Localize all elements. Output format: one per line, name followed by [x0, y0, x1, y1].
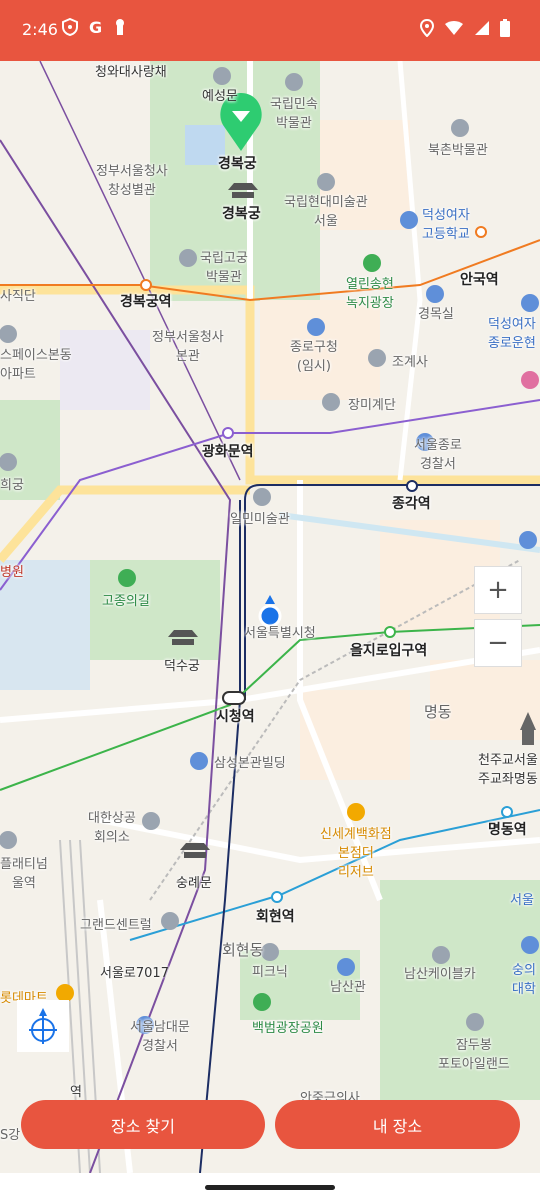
compass-icon	[29, 1008, 57, 1044]
map-label-anguk-station[interactable]: 안국역	[460, 269, 499, 289]
map-label-platinum[interactable]: 플래티넘 울역	[0, 853, 48, 891]
shield-icon	[62, 18, 78, 36]
map-label-myeongdong-cathedral[interactable]: 천주교서울 주교좌명동	[478, 749, 538, 787]
map-label-yeollin[interactable]: 열린송현 녹지광장	[346, 273, 394, 311]
map-label-cablecar[interactable]: 남산케이블카	[404, 963, 476, 982]
map-label-gyeongmoksil[interactable]: 경목실	[418, 303, 454, 322]
map-label-seoullo[interactable]: 서울로7017	[100, 962, 169, 981]
map-label-jogyesa[interactable]: 조계사	[392, 351, 428, 370]
status-time: 2:46	[22, 20, 58, 39]
home-gesture-handle[interactable]	[205, 1185, 335, 1190]
map-label-bukchon[interactable]: 북촌박물관	[428, 139, 488, 158]
wifi-icon	[445, 21, 463, 35]
map-label-jongno-police[interactable]: 서울종로 경찰서	[414, 434, 462, 472]
map-label-palace-museum[interactable]: 국립고궁 박물관	[200, 247, 248, 285]
map-label-folk-museum[interactable]: 국립민속 박물관	[270, 93, 318, 131]
status-bar: 2:46 G	[0, 0, 540, 61]
map-label-shinsegae[interactable]: 신세계백화점 본점더 리저브	[320, 823, 392, 880]
map-label-hoehyeon-station[interactable]: 회현역	[256, 906, 295, 926]
key-icon	[116, 19, 124, 35]
zoom-out-button[interactable]: −	[474, 619, 522, 667]
navigation-bar	[0, 1173, 540, 1202]
map-label-yesangmun[interactable]: 예성문	[202, 85, 238, 104]
map-label-space-bondong[interactable]: 스페이스본동	[0, 344, 72, 363]
map-label-duksung[interactable]: 덕성여자 고등학교	[422, 204, 470, 242]
map-label-jeongbu-main[interactable]: 정부서울청사 본관	[152, 326, 224, 364]
map-label-city-hall[interactable]: 서울특별시청	[244, 622, 316, 641]
map-label-gojongui[interactable]: 고종의길	[102, 590, 150, 609]
map-label-samsung[interactable]: 삼성본관빌딩	[214, 752, 286, 771]
map-label-duksung-right[interactable]: 덕성여자 종로운현	[488, 313, 536, 351]
map-view[interactable]: 경복궁 경복궁 예성문 청와대사랑채 국립민속 박물관 정부서울청사 창성별관 …	[0, 61, 540, 1173]
map-label-jonggak-station[interactable]: 종각역	[392, 493, 431, 513]
map-label-mmca[interactable]: 국립현대미술관 서울	[284, 191, 368, 229]
svg-text:G: G	[89, 19, 102, 35]
map-label-myeongdong-station[interactable]: 명동역	[488, 819, 527, 839]
map-label-grand-center[interactable]: 그랜드센트럴	[80, 914, 152, 933]
map-label-deoksugung[interactable]: 덕수궁	[164, 655, 200, 674]
map-label-jamdubong[interactable]: 잠두봉 포토아일랜드	[438, 1034, 510, 1072]
battery-icon	[500, 19, 510, 37]
map-label-sajikdan[interactable]: 사직단	[0, 285, 36, 304]
map-label-jangmi[interactable]: 장미계단	[348, 394, 396, 413]
map-label-picnic[interactable]: 피크닉	[252, 961, 288, 980]
map-label-gwanghwamun-station[interactable]: 광화문역	[202, 441, 254, 461]
map-label-sicheong-station[interactable]: 시청역	[216, 706, 255, 726]
signal-icon	[475, 21, 489, 35]
map-label-myeongdong: 명동	[424, 703, 452, 721]
map-label-gyeongbokgung[interactable]: 경복궁	[222, 203, 261, 223]
map-label-sungui[interactable]: 숭의 대학	[512, 959, 536, 997]
map-label-ilmin[interactable]: 일민미술관	[230, 508, 290, 527]
map-label-namsan-hall[interactable]: 남산관	[330, 976, 366, 995]
map-label-baekbeom[interactable]: 백범광장공원	[252, 1017, 324, 1036]
map-label-cheongwadae[interactable]: 청와대사랑채	[95, 61, 167, 80]
zoom-in-button[interactable]: +	[474, 566, 522, 614]
map-label-namdaemun-police[interactable]: 서울남대문 경찰서	[130, 1016, 190, 1054]
location-icon	[420, 19, 434, 37]
pin-label-gyeongbokgung: 경복궁	[218, 156, 257, 172]
map-label-euljiro-station[interactable]: 을지로입구역	[350, 640, 427, 660]
my-place-button[interactable]: 내 장소	[275, 1100, 520, 1149]
map-label-hoehyeon: 회현동	[222, 941, 264, 959]
map-label-gyeongbokgung-station[interactable]: 경복궁역	[120, 291, 172, 311]
find-place-button[interactable]: 장소 찾기	[21, 1100, 265, 1149]
google-icon: G	[89, 19, 102, 35]
map-label-daehan[interactable]: 대한상공 회의소	[88, 807, 136, 845]
map-label-jongno-office[interactable]: 종로구청 (임시)	[290, 336, 338, 374]
map-label-apt[interactable]: 아파트	[0, 363, 36, 382]
map-label-sungnyemun[interactable]: 숭례문	[176, 872, 212, 891]
map-label-hoegwan[interactable]: 희궁	[0, 474, 24, 493]
map-label-byeongwon[interactable]: 병원	[0, 561, 24, 580]
compass-button[interactable]	[17, 1000, 69, 1052]
map-label-station-partial: 역	[70, 1085, 82, 1100]
map-label-jeongbu-annex[interactable]: 정부서울청사 창성별관	[96, 160, 168, 198]
map-label-seoul-right[interactable]: 서울	[510, 889, 534, 908]
map-label-seoul-partial: S강	[0, 1128, 21, 1143]
